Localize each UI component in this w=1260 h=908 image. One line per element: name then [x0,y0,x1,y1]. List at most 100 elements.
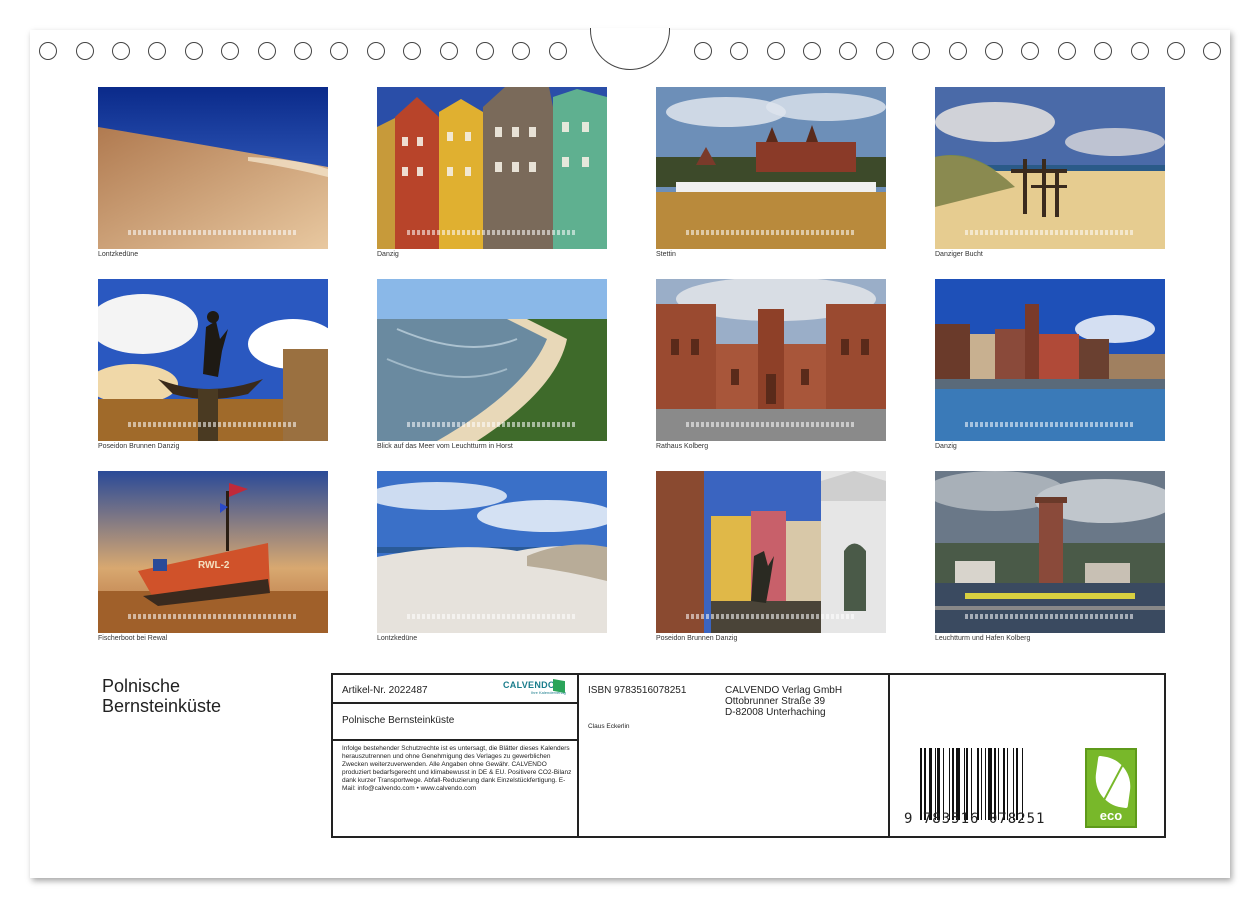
barcode-number: 9 783516 078251 [904,811,1046,827]
barcode-bar [937,748,940,820]
calvendo-logo-icon [553,679,565,693]
binding-hole [549,42,567,60]
photo-caption: Danzig [935,443,957,450]
barcode-bar [1012,748,1014,820]
binding-hole [512,42,530,60]
barcode-bar [988,748,992,820]
binding-hole [1167,42,1185,60]
binding-hole [403,42,421,60]
dune-photo [98,87,328,249]
binding-hole [76,42,94,60]
binding-hole [476,42,494,60]
castle-river-photo [656,87,886,249]
beach-cross-photo [935,87,1165,249]
binding-hole [1203,42,1221,60]
isbn: ISBN 9783516078251 [588,685,687,696]
photo-thumbnail [377,87,607,249]
coast-aerial-photo [377,279,607,441]
divider [333,739,578,741]
barcode-bar [970,748,972,820]
binding-hole [767,42,785,60]
product-info-box: Artikel-Nr. 2022487 CALVENDO Ihre Kalend… [331,673,1166,838]
publisher-address: CALVENDO Verlag GmbH Ottobrunner Straße … [725,685,842,718]
photo-thumbnail [935,87,1165,249]
eco-badge: eco [1085,748,1137,828]
calvendo-logo: CALVENDO [503,680,556,690]
photo-thumbnail [656,87,886,249]
hanger-notch [590,28,670,70]
barcode-bar [949,748,951,820]
binding-hole [148,42,166,60]
facades-photo [377,87,607,249]
binding-hole [803,42,821,60]
binding-hole [258,42,276,60]
lighthouse-harbor-photo [935,471,1165,633]
boat-registration: RWL-2 [198,560,230,571]
photo-caption: Lontzkedüne [98,251,139,258]
barcode-bar [963,748,965,820]
title-line-1: Polnische [102,676,181,696]
photo-thumbnail [656,471,886,633]
town-hall-photo [656,279,886,441]
photo-caption: Poseidon Brunnen Danzig [656,635,738,642]
publisher-name: CALVENDO Verlag GmbH [725,685,843,696]
binding-hole [949,42,967,60]
calendar-title: Polnische Bernsteinküste [102,676,221,716]
photo-caption: Poseidon Brunnen Danzig [98,443,180,450]
photo-caption: Fischerboot bei Rewal [98,635,168,642]
barcode-bar [928,748,933,820]
photo-caption: Stettin [656,251,676,258]
photo-thumbnail [98,87,328,249]
legal-notice: Infolge bestehender Schutzrechte ist es … [342,745,572,792]
binding-hole [1021,42,1039,60]
calendar-back-sheet: Lontzkedüne Danzig Stettin Danziger Buch… [30,28,1230,878]
binding-hole [1131,42,1149,60]
waterfront-photo [935,279,1165,441]
binding-hole [730,42,748,60]
product-title: Polnische Bernsteinküste [342,715,455,726]
barcode-panel: 9 783516 078251 eco [890,675,1166,836]
binding-hole [221,42,239,60]
article-number: Artikel-Nr. 2022487 [342,685,428,696]
eco-label: eco [1099,808,1123,823]
photo-caption: Rathaus Kolberg [656,443,709,450]
barcode-bar [943,748,945,820]
barcode-bar [1002,748,1006,820]
binding-hole [294,42,312,60]
binding-hole [912,42,930,60]
fountain-sky-photo [98,279,328,441]
binding-hole [876,42,894,60]
photo-thumbnail [935,471,1165,633]
barcode-bar [951,748,955,820]
photo-thumbnail: RWL-2 [98,471,328,633]
dunes-clouds-photo [377,471,607,633]
barcode-bar [985,748,987,820]
photo-thumbnail [377,279,607,441]
divider [577,675,579,836]
binding-hole [694,42,712,60]
author: Claus Eckerlin [588,723,630,730]
photo-caption: Danziger Bucht [935,251,983,258]
fountain-street-photo [656,471,886,633]
barcode-bar [993,748,997,820]
photo-thumbnail [935,279,1165,441]
barcode-bar [998,748,1000,820]
barcode-bar [1015,748,1019,820]
binding-hole [839,42,857,60]
barcode-bar [934,748,936,820]
binding-hole [985,42,1003,60]
binding-hole [39,42,57,60]
barcode-bar [976,748,979,820]
photo-thumbnail [656,279,886,441]
barcode-bar [980,748,983,820]
barcode-bar [956,748,960,820]
publisher-street: Ottobrunner Straße 39 [725,696,826,707]
photo-caption: Danzig [377,251,399,258]
barcode-bar [924,748,926,820]
photo-caption: Blick auf das Meer vom Leuchtturm in Hor… [377,443,513,450]
binding-hole [185,42,203,60]
binding-hole [367,42,385,60]
binding-hole [330,42,348,60]
barcode-bar [1007,748,1009,820]
fishing-boat-photo: RWL-2 [98,471,328,633]
